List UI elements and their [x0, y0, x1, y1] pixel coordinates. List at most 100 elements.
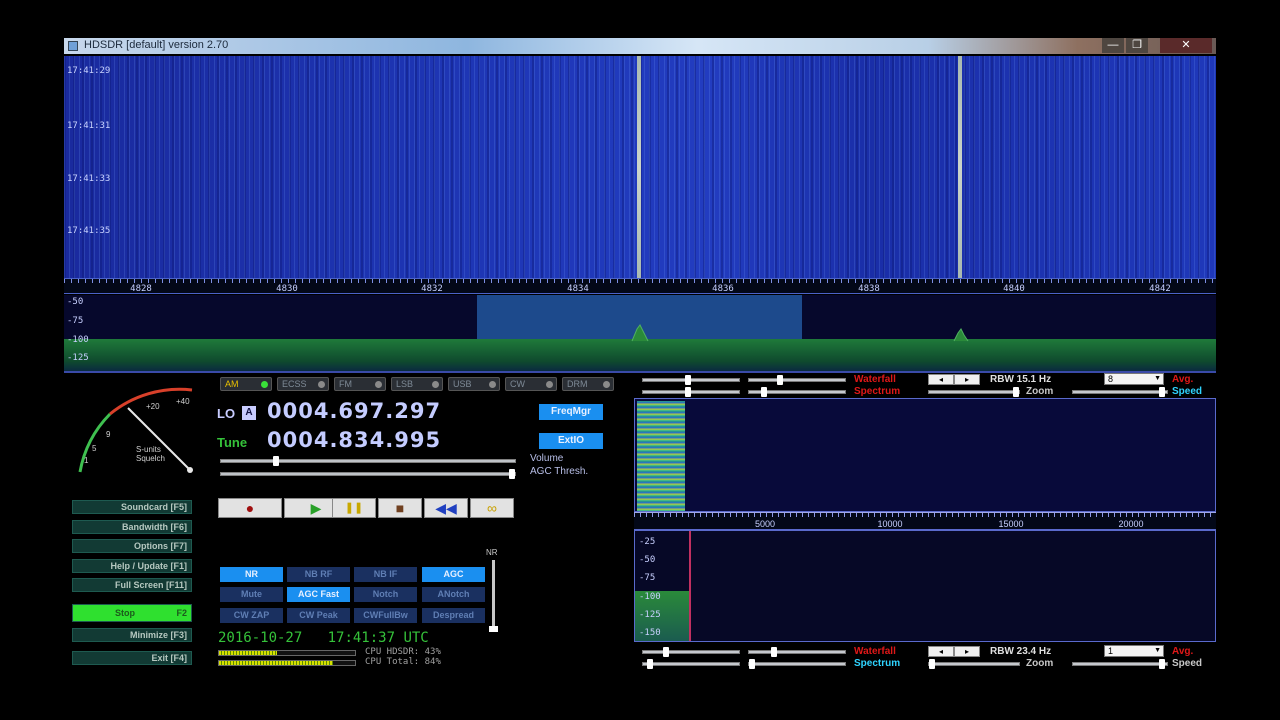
rf-waterfall-slider-2[interactable]: [748, 375, 846, 385]
af-waterfall[interactable]: [634, 398, 1216, 512]
bandwidth-button[interactable]: Bandwidth [F6]: [72, 520, 192, 534]
mode-usb-button[interactable]: USB: [448, 377, 500, 391]
af-zoom-slider[interactable]: [928, 659, 1020, 669]
rf-avg-select[interactable]: 8 ▼: [1104, 373, 1164, 385]
slider-knob[interactable]: [685, 375, 691, 385]
af-avg-label: Avg.: [1172, 646, 1194, 657]
slider-knob[interactable]: [647, 659, 653, 669]
slider-knob[interactable]: [1159, 659, 1165, 669]
exit-button[interactable]: Exit [F4]: [72, 651, 192, 665]
s-meter-label: 9: [106, 430, 111, 439]
af-rbw-down-button[interactable]: ◂: [928, 646, 954, 657]
nb-rf-button[interactable]: NB RF: [287, 567, 350, 582]
rf-spectrum[interactable]: -50 -75 -100 -125: [64, 295, 1216, 371]
mode-ecss-button[interactable]: ECSS: [277, 377, 329, 391]
close-window-button[interactable]: ✕: [1160, 38, 1212, 53]
af-spectrum-label: Spectrum: [854, 658, 901, 669]
volume-slider-knob[interactable]: [273, 456, 279, 466]
rf-frequency-scale[interactable]: 4828 4830 4832 4834 4836 4838 4840 4842: [64, 278, 1216, 294]
notch-button[interactable]: Notch: [354, 587, 417, 602]
slider-knob[interactable]: [1013, 387, 1019, 397]
slider-knob[interactable]: [663, 647, 669, 657]
freqmgr-button[interactable]: FreqMgr: [539, 404, 603, 420]
mute-button[interactable]: Mute: [220, 587, 283, 602]
squelch-label: Squelch: [136, 454, 165, 463]
despread-button[interactable]: Despread: [422, 608, 485, 623]
rf-waterfall[interactable]: 17:41:29 17:41:31 17:41:33 17:41:35: [64, 56, 1216, 278]
af-speed-slider[interactable]: [1072, 659, 1168, 669]
rf-spectrum-slider-2[interactable]: [748, 387, 846, 397]
af-waterfall-label: Waterfall: [854, 646, 896, 657]
af-waterfall-slider[interactable]: [642, 647, 740, 657]
pause-button[interactable]: ❚❚: [332, 498, 376, 518]
tune-frequency-display[interactable]: 0004.834.995: [267, 428, 441, 452]
loop-button[interactable]: ∞: [470, 498, 514, 518]
rf-rbw-up-button[interactable]: ▸: [954, 374, 980, 385]
rf-spectrum-slider[interactable]: [642, 387, 740, 397]
mode-cw-button[interactable]: CW: [505, 377, 557, 391]
record-button[interactable]: ●: [218, 498, 282, 518]
af-spectrum-slider-2[interactable]: [748, 659, 846, 669]
stop-button-shortcut: F2: [176, 608, 187, 618]
af-spectrum[interactable]: -25 -50 -75 -100 -125 -150: [634, 530, 1216, 642]
minimize-window-button[interactable]: —: [1102, 38, 1124, 53]
af-frequency-scale[interactable]: 5000 10000 15000 20000: [634, 512, 1216, 530]
lo-frequency-display[interactable]: 0004.697.297: [267, 399, 441, 423]
carrier-trace: [637, 56, 641, 278]
minimize-button[interactable]: Minimize [F3]: [72, 628, 192, 642]
maximize-window-button[interactable]: ❐: [1126, 38, 1148, 53]
rewind-button[interactable]: ◀◀: [424, 498, 468, 518]
agc-fast-button[interactable]: AGC Fast: [287, 587, 350, 602]
help-update-button[interactable]: Help / Update [F1]: [72, 559, 192, 573]
af-filter-edge[interactable]: [689, 531, 691, 641]
cw-peak-button[interactable]: CW Peak: [287, 608, 350, 623]
af-waterfall-slider-2[interactable]: [748, 647, 846, 657]
chevron-down-icon: ▼: [1154, 647, 1161, 654]
af-speed-label: Speed: [1172, 658, 1203, 669]
agc-thresh-slider[interactable]: [220, 469, 516, 479]
chevron-down-icon: ▼: [1154, 375, 1161, 382]
nr-level-label: NR: [486, 548, 498, 557]
cw-fullbw-button[interactable]: CWFullBw: [354, 608, 417, 623]
mode-am-button[interactable]: AM: [220, 377, 272, 391]
slider-knob[interactable]: [771, 647, 777, 657]
rf-zoom-slider[interactable]: [928, 387, 1020, 397]
agc-thresh-label: AGC Thresh.: [530, 466, 589, 477]
options-button[interactable]: Options [F7]: [72, 539, 192, 553]
cpu-total-caption: CPU Total:: [365, 657, 420, 667]
agc-thresh-slider-knob[interactable]: [509, 469, 515, 479]
volume-slider[interactable]: [220, 456, 516, 466]
mode-drm-button[interactable]: DRM: [562, 377, 614, 391]
agc-button[interactable]: AGC: [422, 567, 485, 582]
nb-if-button[interactable]: NB IF: [354, 567, 417, 582]
af-avg-select[interactable]: 1 ▼: [1104, 645, 1164, 657]
s-meter-units: S-units: [136, 445, 161, 454]
nr-level-knob[interactable]: [489, 626, 498, 632]
anotch-button[interactable]: ANotch: [422, 587, 485, 602]
af-rbw-up-button[interactable]: ▸: [954, 646, 980, 657]
slider-knob[interactable]: [1159, 387, 1165, 397]
slider-knob[interactable]: [749, 659, 755, 669]
slider-knob[interactable]: [929, 659, 935, 669]
mode-fm-button[interactable]: FM: [334, 377, 386, 391]
slider-knob[interactable]: [761, 387, 767, 397]
rf-speed-slider[interactable]: [1072, 387, 1168, 397]
af-db-label: -50: [639, 555, 656, 565]
nr-button[interactable]: NR: [220, 567, 283, 582]
extio-button[interactable]: ExtIO: [539, 433, 603, 449]
mode-indicator-icon: [375, 381, 382, 388]
full-screen-button[interactable]: Full Screen [F11]: [72, 578, 192, 592]
nr-level-slider[interactable]: [489, 560, 498, 632]
cw-zap-button[interactable]: CW ZAP: [220, 608, 283, 623]
lo-vfo-selector[interactable]: A: [242, 406, 256, 420]
soundcard-button[interactable]: Soundcard [F5]: [72, 500, 192, 514]
slider-knob[interactable]: [685, 387, 691, 397]
stop-playback-button[interactable]: ■: [378, 498, 422, 518]
stop-button[interactable]: Stop F2: [72, 604, 192, 622]
slider-knob[interactable]: [777, 375, 783, 385]
rf-waterfall-slider[interactable]: [642, 375, 740, 385]
mode-lsb-button[interactable]: LSB: [391, 377, 443, 391]
rf-rbw-down-button[interactable]: ◂: [928, 374, 954, 385]
af-spectrum-slider[interactable]: [642, 659, 740, 669]
s-meter: +40 +20 9 5 1 S-units Squelch: [70, 384, 200, 478]
